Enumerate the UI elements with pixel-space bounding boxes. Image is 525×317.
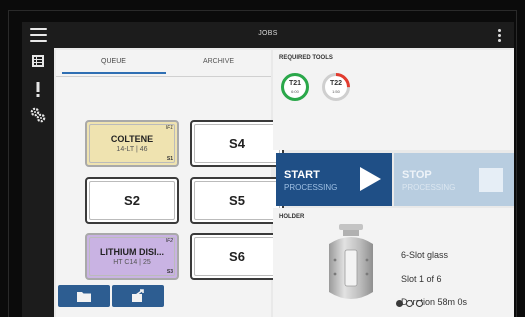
play-icon (360, 167, 381, 191)
page-dot[interactable] (416, 300, 423, 307)
page-dot[interactable] (406, 300, 413, 307)
holder-label: HOLDER (279, 214, 305, 220)
start-subtitle: PROCESSING (284, 183, 338, 192)
page-dot[interactable] (396, 300, 403, 307)
stop-icon (479, 168, 503, 192)
export-icon (132, 289, 144, 302)
job-name: COLTENE (110, 134, 154, 144)
slot-label: S6 (229, 249, 245, 264)
tool-time: 6:00 (291, 89, 299, 94)
slot-s5[interactable]: S5 (190, 177, 284, 224)
slot-label: S4 (229, 136, 245, 151)
export-button[interactable] (112, 285, 164, 307)
folder-icon (77, 291, 91, 302)
required-tools-label: REQUIRED TOOLS (279, 55, 333, 61)
alert-icon[interactable] (30, 82, 46, 98)
tool-time: 1:50 (332, 89, 340, 94)
queue-panel: QUEUE ARCHIVE IF1 COLTENE 14-LT | 46 S1 … (56, 50, 284, 317)
top-bar: JOBS (22, 22, 514, 48)
slot-tag-bottom: S3 (166, 269, 173, 275)
slot-label: S2 (124, 193, 140, 208)
open-folder-button[interactable] (58, 285, 110, 307)
glass-holder-image (329, 224, 373, 299)
tool-name: T22 (329, 80, 343, 87)
start-processing-button[interactable]: START PROCESSING (276, 153, 392, 206)
job-name: LITHIUM DISI... (100, 247, 164, 257)
slot-tag-bottom: S1 (166, 156, 173, 162)
slot-s4[interactable]: S4 (190, 120, 284, 167)
slot-tag-top: IF2 (165, 238, 173, 244)
slot-s1-job[interactable]: IF1 COLTENE 14-LT | 46 S1 (85, 120, 179, 167)
start-title: START (284, 169, 320, 181)
tab-queue[interactable]: QUEUE (61, 58, 166, 65)
active-tab-indicator (62, 72, 166, 74)
slot-s3-job[interactable]: IF2 LITHIUM DISI... HT C14 | 25 S3 (85, 233, 179, 280)
holder-panel: HOLDER 6-Slot glass Slot 1 of 6 Duration… (273, 208, 514, 317)
page-title: JOBS (258, 30, 278, 37)
tool-t22[interactable]: T22 1:50 (321, 72, 351, 102)
stop-subtitle: PROCESSING (402, 183, 456, 192)
tool-t21[interactable]: T21 6:00 (280, 72, 310, 102)
stop-title: STOP (402, 169, 432, 181)
tab-archive[interactable]: ARCHIVE (166, 58, 271, 65)
settings-gears-icon[interactable] (30, 107, 46, 123)
app-screen: JOBS QUEUE ARCHIVE IF1 COLTENE 14-LT | 4… (22, 22, 514, 317)
jobs-list-icon[interactable] (30, 53, 46, 69)
tool-name: T21 (288, 80, 302, 87)
queue-tabs: QUEUE ARCHIVE (56, 50, 271, 77)
side-nav (22, 48, 54, 317)
job-details: 14-LT | 46 (116, 146, 148, 153)
slot-s2[interactable]: S2 (85, 177, 179, 224)
more-options-icon[interactable] (498, 29, 501, 42)
job-details: HT C14 | 25 (113, 259, 151, 266)
holder-slot: Slot 1 of 6 (401, 274, 442, 284)
holder-page-indicator (396, 300, 436, 310)
slot-label: S5 (229, 193, 245, 208)
stop-processing-button[interactable]: STOP PROCESSING (394, 153, 514, 206)
holder-type: 6-Slot glass (401, 250, 449, 260)
required-tools-panel: REQUIRED TOOLS T21 6:00 T22 1:50 (273, 50, 514, 150)
slot-s6[interactable]: S6 (190, 233, 284, 280)
slot-tag-top: IF1 (165, 125, 173, 131)
